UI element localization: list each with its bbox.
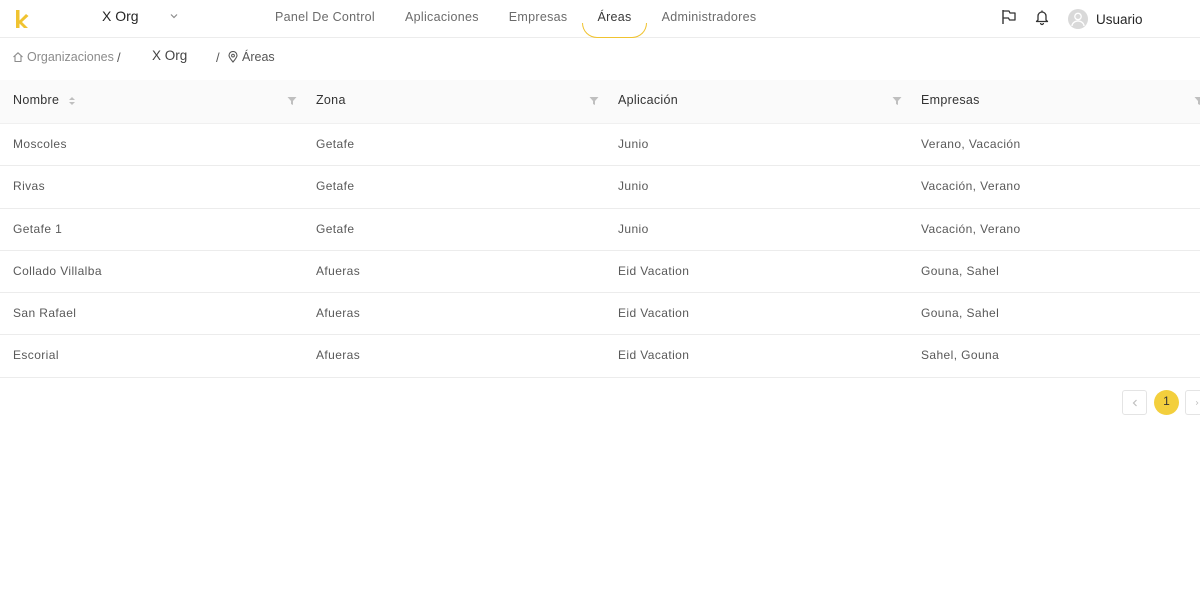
cell-empresas: Verano, Vacación — [921, 137, 1021, 151]
table-row[interactable]: San Rafael Afueras Eid Vacation Gouna, S… — [0, 293, 1200, 336]
cell-aplicacion: Eid Vacation — [618, 263, 690, 278]
cell-nombre: Moscoles — [13, 137, 67, 151]
cell-zona: Afueras — [316, 306, 361, 321]
cell-aplicacion: Eid Vacation — [618, 306, 690, 321]
top-navigation-bar: X Org Panel De Control Aplicaciones Empr… — [0, 0, 1200, 38]
cell-zona: Getafe — [316, 179, 355, 194]
filter-icon[interactable] — [589, 96, 599, 106]
cell-empresas: Gouna, Sahel — [921, 263, 1000, 278]
column-header-aplicacion[interactable]: Aplicación — [618, 80, 678, 124]
cell-nombre: Collado Villalba — [13, 263, 102, 278]
cell-aplicacion: Junio — [618, 221, 649, 236]
chevron-down-icon — [170, 14, 178, 19]
column-header-zona[interactable]: Zona — [316, 80, 346, 124]
cell-nombre: Escorial — [13, 348, 59, 363]
nav-item-aplicaciones[interactable]: Aplicaciones — [390, 0, 494, 38]
nav-item-panel-de-control[interactable]: Panel De Control — [260, 0, 390, 38]
location-pin-icon — [228, 51, 238, 63]
org-select-value: X Org — [102, 8, 139, 24]
cell-zona: Afueras — [316, 263, 361, 278]
column-header-nombre[interactable]: Nombre — [13, 80, 59, 124]
cell-empresas: Sahel, Gouna — [921, 348, 1000, 363]
home-icon — [13, 52, 23, 63]
cell-empresas: Gouna, Sahel — [921, 306, 1000, 321]
chevron-right-icon — [1195, 400, 1199, 405]
table-row[interactable]: Moscoles Getafe Junio Verano, Vacación — [0, 124, 1200, 167]
breadcrumb-areas-label: Áreas — [242, 50, 275, 64]
nav-item-areas[interactable]: Áreas — [582, 0, 647, 38]
breadcrumb-organizaciones-label: Organizaciones — [27, 50, 114, 64]
cell-nombre: San Rafael — [13, 306, 77, 321]
org-select[interactable]: X Org — [102, 8, 178, 24]
main-nav: Panel De Control Aplicaciones Empresas Á… — [260, 0, 771, 38]
flag-icon[interactable] — [1000, 8, 1018, 26]
breadcrumb-org[interactable]: X Org — [152, 48, 187, 63]
bell-icon[interactable] — [1033, 8, 1051, 26]
nav-item-empresas[interactable]: Empresas — [494, 0, 583, 38]
cell-zona: Getafe — [316, 221, 355, 236]
logo-icon[interactable] — [14, 9, 30, 29]
table-row[interactable]: Rivas Getafe Junio Vacación, Verano — [0, 166, 1200, 209]
table-row[interactable]: Collado Villalba Afueras Eid Vacation Go… — [0, 251, 1200, 294]
cell-aplicacion: Junio — [618, 179, 649, 194]
breadcrumb-areas: Áreas — [227, 50, 275, 64]
table-header: Nombre Zona Aplicación Empresas — [0, 80, 1200, 124]
column-header-empresas[interactable]: Empresas — [921, 80, 980, 124]
cell-empresas: Vacación, Verano — [921, 179, 1021, 194]
filter-icon[interactable] — [1194, 96, 1200, 106]
chevron-left-icon — [1132, 399, 1137, 406]
avatar[interactable] — [1068, 9, 1088, 29]
areas-table: Nombre Zona Aplicación Empresas Moscoles… — [0, 80, 1200, 378]
cell-zona: Afueras — [316, 348, 361, 363]
pagination-next-button[interactable] — [1185, 390, 1200, 415]
cell-nombre: Rivas — [13, 179, 46, 194]
breadcrumb-separator: / — [117, 50, 121, 65]
cell-aplicacion: Eid Vacation — [618, 348, 690, 363]
breadcrumb-separator: / — [216, 50, 220, 65]
pagination-prev-button[interactable] — [1122, 390, 1147, 415]
cell-empresas: Vacación, Verano — [921, 221, 1021, 236]
breadcrumb: Organizaciones / X Org / Áreas — [0, 38, 1200, 78]
user-icon — [1071, 12, 1085, 27]
filter-icon[interactable] — [892, 96, 902, 106]
filter-icon[interactable] — [287, 96, 297, 106]
cell-aplicacion: Junio — [618, 137, 649, 151]
cell-zona: Getafe — [316, 137, 355, 151]
cell-nombre: Getafe 1 — [13, 221, 63, 236]
pagination-page-1[interactable]: 1 — [1154, 390, 1179, 415]
table-row[interactable]: Escorial Afueras Eid Vacation Sahel, Gou… — [0, 335, 1200, 378]
breadcrumb-organizaciones[interactable]: Organizaciones — [12, 50, 114, 64]
sort-icon[interactable] — [68, 95, 76, 107]
user-name[interactable]: Usuario — [1096, 12, 1143, 27]
table-row[interactable]: Getafe 1 Getafe Junio Vacación, Verano — [0, 209, 1200, 251]
nav-item-administradores[interactable]: Administradores — [647, 0, 772, 38]
